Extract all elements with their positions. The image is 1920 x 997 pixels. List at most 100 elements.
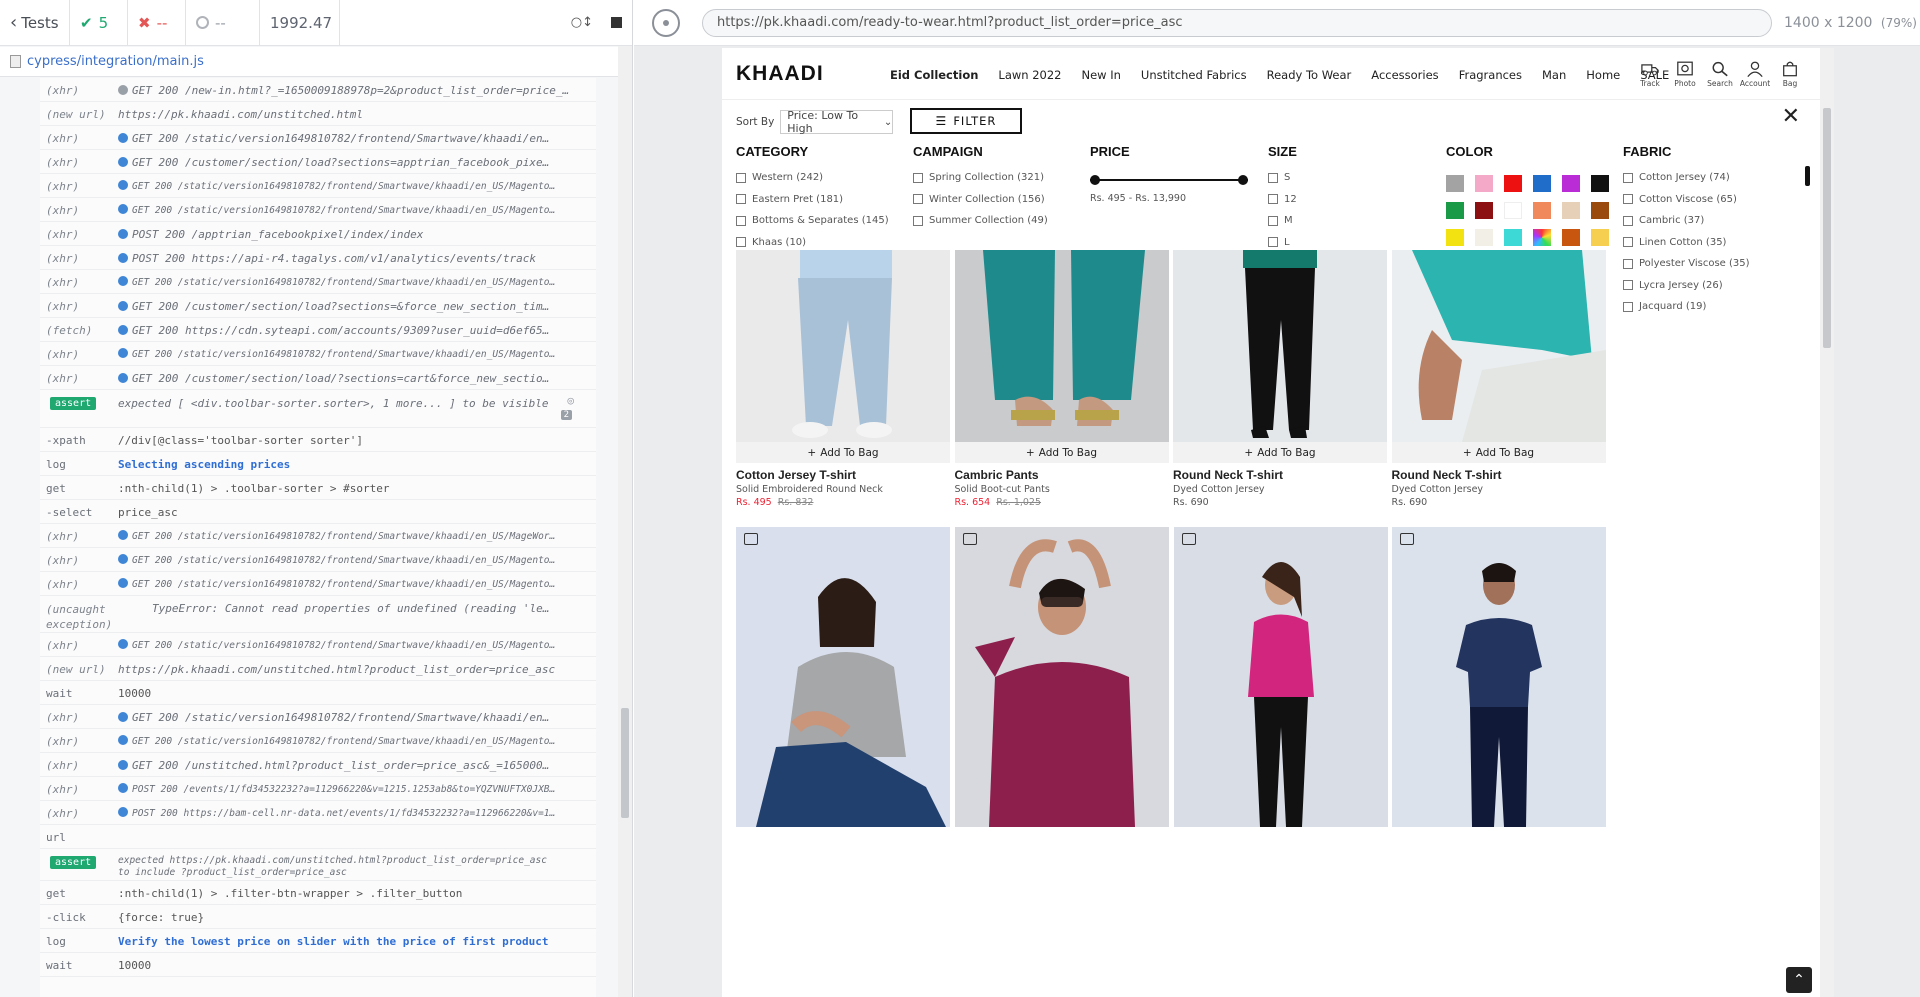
checkbox[interactable]: [1623, 237, 1633, 248]
photo-search-icon[interactable]: [1182, 533, 1196, 545]
command-row[interactable]: (xhr) GET 200 /static/version1649810782/f…: [40, 572, 596, 596]
command-row[interactable]: (new url) https://pk.khaadi.com/unstitche…: [40, 657, 596, 681]
color-swatch[interactable]: [1562, 175, 1580, 192]
color-swatch[interactable]: [1446, 175, 1464, 192]
command-row[interactable]: 52-xpath//div[@class='toolbar-sorter sor…: [40, 428, 596, 452]
checkbox[interactable]: [913, 172, 923, 183]
filter-option[interactable]: Bottoms & Separates (145): [736, 210, 889, 232]
checkbox[interactable]: [736, 194, 746, 205]
filter-option[interactable]: Polyester Viscose (35): [1623, 253, 1750, 275]
command-row[interactable]: (xhr) GET 200 /unstitched.html?product_li…: [40, 753, 596, 777]
color-swatch[interactable]: [1533, 229, 1551, 246]
filter-option[interactable]: Summer Collection (49): [913, 210, 1048, 232]
filter-option[interactable]: Jacquard (19): [1623, 296, 1750, 318]
tests-back-button[interactable]: ‹ Tests: [0, 0, 70, 46]
command-row[interactable]: 62wait10000: [40, 953, 596, 977]
checkbox[interactable]: [1268, 172, 1278, 183]
checkbox[interactable]: [913, 215, 923, 226]
reporter-scrollbar[interactable]: [618, 46, 632, 997]
product-image[interactable]: [954, 250, 1169, 442]
header-account-button[interactable]: Account: [1740, 60, 1770, 88]
command-row[interactable]: 53logSelecting ascending prices: [40, 452, 596, 476]
header-camera-button[interactable]: Photo: [1673, 60, 1697, 88]
filter-option[interactable]: Cotton Viscose (65): [1623, 189, 1750, 211]
filter-option[interactable]: M: [1268, 210, 1297, 232]
price-slider[interactable]: [1090, 175, 1248, 185]
color-swatch[interactable]: [1562, 229, 1580, 246]
photo-search-icon[interactable]: [963, 533, 977, 545]
filter-button[interactable]: ☰ FILTER: [910, 108, 1022, 134]
price-min-handle[interactable]: [1090, 175, 1100, 185]
photo-search-icon[interactable]: [1400, 533, 1414, 545]
color-swatch[interactable]: [1533, 202, 1551, 219]
command-row[interactable]: (xhr) GET 200 /static/version1649810782/f…: [40, 270, 596, 294]
nav-item[interactable]: Ready To Wear: [1267, 68, 1352, 82]
color-swatch[interactable]: [1591, 202, 1609, 219]
nav-item[interactable]: Eid Collection: [890, 68, 978, 82]
color-swatch[interactable]: [1504, 229, 1522, 246]
color-swatch[interactable]: [1504, 202, 1522, 219]
product-card[interactable]: + Add To Bag Cambric Pants Solid Boot-cut …: [954, 250, 1169, 508]
color-swatch[interactable]: [1533, 175, 1551, 192]
close-filter-icon[interactable]: ✕: [1782, 104, 1800, 129]
header-truck-button[interactable]: Track: [1638, 60, 1662, 88]
product-title[interactable]: Cambric Pants: [955, 468, 1169, 482]
command-row[interactable]: 54get:nth-child(1) > .toolbar-sorter > #…: [40, 476, 596, 500]
header-search-button[interactable]: Search: [1707, 60, 1733, 88]
command-row[interactable]: 57url: [40, 825, 596, 849]
nav-item[interactable]: New In: [1081, 68, 1120, 82]
command-row[interactable]: (xhr) GET 200 /new-in.html?_=165000918897…: [40, 78, 596, 102]
command-row[interactable]: 56wait10000: [40, 681, 596, 705]
spec-file-bar[interactable]: cypress/integration/main.js: [0, 47, 632, 77]
stop-icon[interactable]: [611, 17, 622, 28]
checkbox[interactable]: [1623, 301, 1633, 312]
price-max-handle[interactable]: [1238, 175, 1248, 185]
command-row[interactable]: (xhr) GET 200 /static/version1649810782/f…: [40, 198, 596, 222]
product-image[interactable]: [1173, 250, 1387, 442]
checkbox[interactable]: [1268, 194, 1278, 205]
color-swatch[interactable]: [1446, 202, 1464, 219]
color-swatch[interactable]: [1475, 229, 1493, 246]
checkbox[interactable]: [1623, 172, 1633, 183]
assert-command[interactable]: 58assertexpected https://pk.khaadi.com/u…: [40, 849, 596, 881]
command-row[interactable]: (xhr) GET 200 /static/version1649810782/f…: [40, 548, 596, 572]
product-image[interactable]: [1391, 250, 1606, 442]
nav-item[interactable]: Accessories: [1371, 68, 1438, 82]
command-row[interactable]: 55-selectprice_asc: [40, 500, 596, 524]
product-image[interactable]: [955, 527, 1169, 827]
reporter-scroll-thumb[interactable]: [621, 708, 629, 818]
command-row[interactable]: (xhr) GET 200 /static/version1649810782/f…: [40, 705, 596, 729]
nav-item[interactable]: Fragrances: [1459, 68, 1522, 82]
color-swatch[interactable]: [1504, 175, 1522, 192]
nav-item[interactable]: Home: [1586, 68, 1620, 82]
color-swatch[interactable]: [1475, 202, 1493, 219]
url-field[interactable]: https://pk.khaadi.com/ready-to-wear.html…: [702, 8, 1772, 37]
product-card[interactable]: + Add To Bag Round Neck T-shirt Dyed Cotto…: [1391, 250, 1606, 508]
product-title[interactable]: Cotton Jersey T-shirt: [736, 468, 950, 482]
nav-item[interactable]: Man: [1542, 68, 1566, 82]
color-swatch[interactable]: [1446, 229, 1464, 246]
filter-option[interactable]: Spring Collection (321): [913, 167, 1048, 189]
color-swatch[interactable]: [1591, 175, 1609, 192]
header-bag-button[interactable]: Bag: [1778, 60, 1802, 88]
filter-option[interactable]: Linen Cotton (35): [1623, 232, 1750, 254]
command-row[interactable]: (xhr) GET 200 /static/version1649810782/f…: [40, 342, 596, 366]
product-image[interactable]: [1174, 527, 1388, 827]
command-row[interactable]: (fetch) GET 200 https://cdn.syteapi.com/a…: [40, 318, 596, 342]
filter-option[interactable]: Cambric (37): [1623, 210, 1750, 232]
command-row[interactable]: (xhr) GET 200 /static/version1649810782/f…: [40, 126, 596, 150]
checkbox[interactable]: [1268, 237, 1278, 248]
color-swatch[interactable]: [1562, 202, 1580, 219]
filter-option[interactable]: Eastern Pret (181): [736, 189, 889, 211]
add-to-bag-button[interactable]: + Add To Bag: [1173, 442, 1387, 463]
product-image[interactable]: [736, 527, 950, 827]
command-row[interactable]: 60-click{force: true}: [40, 905, 596, 929]
selector-playground-icon[interactable]: [652, 8, 680, 37]
product-title[interactable]: Round Neck T-shirt: [1392, 468, 1606, 482]
command-row[interactable]: 59get:nth-child(1) > .filter-btn-wrapper…: [40, 881, 596, 905]
checkbox[interactable]: [1623, 280, 1633, 291]
filter-option[interactable]: Lycra Jersey (26): [1623, 275, 1750, 297]
filter-option[interactable]: Winter Collection (156): [913, 189, 1048, 211]
command-row[interactable]: (xhr) POST 200 /apptrian_facebookpixel/in…: [40, 222, 596, 246]
scroll-to-top-button[interactable]: ⌃: [1786, 967, 1812, 993]
